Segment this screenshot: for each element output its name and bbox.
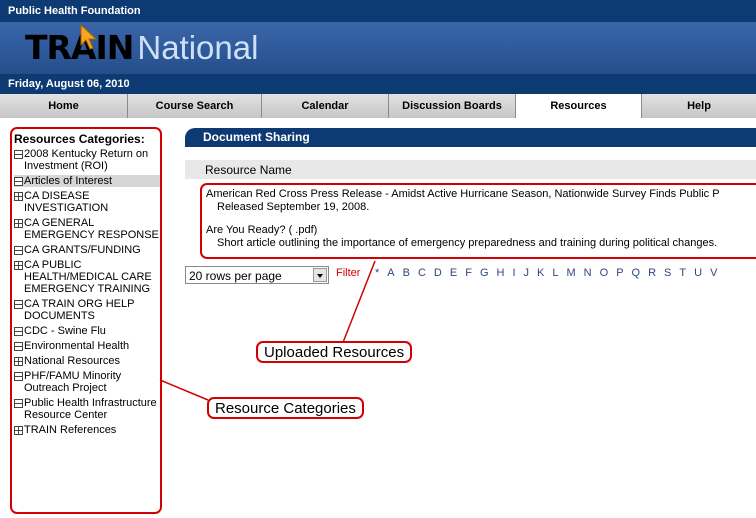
category-item-environmental-health[interactable]: Environmental Health: [14, 340, 160, 352]
expand-grid-icon[interactable]: [14, 192, 23, 201]
category-item-ca-train-org-help[interactable]: CA TRAIN ORG HELP DOCUMENTS: [14, 298, 160, 322]
category-item-train-references[interactable]: TRAIN References: [14, 424, 160, 436]
chevron-down-icon[interactable]: [313, 268, 327, 282]
tab-help[interactable]: Help: [642, 94, 756, 118]
collapse-icon[interactable]: [14, 327, 23, 336]
categories-title: Resources Categories:: [14, 132, 145, 146]
filter-letter[interactable]: F: [465, 267, 472, 279]
filter-letter[interactable]: C: [418, 267, 426, 279]
filter-label: Filter: [336, 267, 361, 279]
category-label: CA DISEASE INVESTIGATION: [24, 190, 109, 214]
filter-letter[interactable]: Q: [632, 267, 641, 279]
filter-letter[interactable]: P: [616, 267, 623, 279]
resource-categories-callout: Resource Categories: [207, 397, 364, 419]
collapse-icon[interactable]: [14, 399, 23, 408]
logo-cursor-icon: [80, 24, 98, 50]
resource-description: Short article outlining the importance o…: [217, 237, 718, 249]
expand-grid-icon[interactable]: [14, 426, 23, 435]
tab-home[interactable]: Home: [0, 94, 128, 118]
filter-letter[interactable]: H: [497, 267, 505, 279]
category-item-articles-of-interest[interactable]: Articles of Interest: [14, 175, 160, 187]
category-label: Public Health Infrastructure Resource Ce…: [24, 397, 157, 421]
org-name-bar: Public Health Foundation: [0, 0, 756, 22]
category-label: CA GRANTS/FUNDING: [24, 244, 141, 256]
org-name: Public Health Foundation: [8, 5, 141, 17]
category-label: CDC - Swine Flu: [24, 325, 106, 337]
filter-letter[interactable]: E: [450, 267, 457, 279]
train-national-logo[interactable]: TRAIN National: [25, 28, 258, 68]
tab-discussion-boards[interactable]: Discussion Boards: [389, 94, 516, 118]
resource-categories-panel: Resources Categories: 2008 Kentucky Retu…: [10, 127, 162, 514]
filter-letter[interactable]: G: [480, 267, 489, 279]
filter-letter[interactable]: T: [679, 267, 686, 279]
filter-letter[interactable]: *: [375, 267, 379, 279]
resource-description: Released September 19, 2008.: [217, 201, 370, 213]
filter-letter[interactable]: J: [524, 267, 530, 279]
resource-title-link[interactable]: Are You Ready? ( .pdf): [206, 224, 756, 237]
date-bar: Friday, August 06, 2010: [0, 74, 756, 94]
collapse-icon[interactable]: [14, 342, 23, 351]
uploaded-resources-callout: Uploaded Resources: [256, 341, 413, 363]
category-label: National Resources: [24, 355, 120, 367]
expand-grid-icon[interactable]: [14, 261, 23, 270]
letter-filter: * A B C D E F G H I J K L M N O P Q R S …: [375, 267, 717, 279]
collapse-icon[interactable]: [14, 246, 23, 255]
category-label: Environmental Health: [24, 340, 130, 352]
rows-per-page-select[interactable]: 20 rows per page: [185, 266, 329, 284]
resource-title-link[interactable]: American Red Cross Press Release - Amids…: [206, 188, 756, 201]
category-item-phf-famu-minority[interactable]: PHF/FAMU Minority Outreach Project: [14, 370, 160, 394]
rows-per-page-value: 20 rows per page: [189, 269, 282, 283]
category-label: CA PUBLIC HEALTH/MEDICAL CARE EMERGENCY …: [24, 259, 152, 295]
tab-course-search[interactable]: Course Search: [128, 94, 262, 118]
main-nav: Home Course Search Calendar Discussion B…: [0, 94, 756, 118]
filter-letter[interactable]: B: [403, 267, 410, 279]
collapse-icon[interactable]: [14, 150, 23, 159]
category-label: CA TRAIN ORG HELP DOCUMENTS: [24, 298, 135, 322]
category-label: Articles of Interest: [24, 175, 113, 187]
category-label: 2008 Kentucky Return on Investment (ROI): [24, 148, 149, 172]
expand-grid-icon[interactable]: [14, 219, 23, 228]
category-label: TRAIN References: [24, 424, 117, 436]
filter-letter[interactable]: D: [434, 267, 442, 279]
filter-letter[interactable]: R: [648, 267, 656, 279]
pager-bar: 20 rows per page Filter * A B C D E F G …: [185, 263, 756, 284]
category-item-ca-general-emergency-response[interactable]: CA GENERAL EMERGENCY RESPONSE: [14, 217, 160, 241]
expand-grid-icon[interactable]: [14, 357, 23, 366]
category-item-ca-grants-funding[interactable]: CA GRANTS/FUNDING: [14, 244, 160, 256]
category-item-ca-disease-investigation[interactable]: CA DISEASE INVESTIGATION: [14, 190, 160, 214]
collapse-icon[interactable]: [14, 372, 23, 381]
filter-letter[interactable]: V: [710, 267, 717, 279]
collapse-icon[interactable]: [14, 177, 23, 186]
column-header-resource-name[interactable]: Resource Name: [185, 160, 756, 179]
list-item: American Red Cross Press Release - Amids…: [206, 188, 756, 214]
filter-letter[interactable]: M: [567, 267, 576, 279]
filter-letter[interactable]: L: [552, 267, 558, 279]
filter-letter[interactable]: S: [664, 267, 671, 279]
category-item-national-resources[interactable]: National Resources: [14, 355, 160, 367]
category-item-ca-public-health-medical-care[interactable]: CA PUBLIC HEALTH/MEDICAL CARE EMERGENCY …: [14, 259, 160, 295]
section-title: Document Sharing: [185, 128, 756, 147]
filter-letter[interactable]: K: [537, 267, 544, 279]
category-label: CA GENERAL EMERGENCY RESPONSE: [24, 217, 159, 241]
collapse-icon[interactable]: [14, 300, 23, 309]
filter-letter[interactable]: N: [584, 267, 592, 279]
category-item-public-health-infrastructure[interactable]: Public Health Infrastructure Resource Ce…: [14, 397, 160, 421]
category-item-cdc-swine-flu[interactable]: CDC - Swine Flu: [14, 325, 160, 337]
filter-letter[interactable]: I: [512, 267, 515, 279]
current-date: Friday, August 06, 2010: [8, 78, 130, 90]
logo-national-text: National: [137, 29, 259, 66]
filter-letter[interactable]: A: [387, 267, 394, 279]
resource-list: American Red Cross Press Release - Amids…: [200, 183, 756, 259]
banner: TRAIN National: [0, 22, 756, 74]
category-label: PHF/FAMU Minority Outreach Project: [24, 370, 122, 394]
filter-letter[interactable]: O: [600, 267, 609, 279]
category-item-kentucky-roi[interactable]: 2008 Kentucky Return on Investment (ROI): [14, 148, 160, 172]
list-item: Are You Ready? ( .pdf) Short article out…: [206, 224, 756, 250]
filter-letter[interactable]: U: [694, 267, 702, 279]
tab-calendar[interactable]: Calendar: [262, 94, 389, 118]
tab-resources[interactable]: Resources: [516, 94, 642, 118]
